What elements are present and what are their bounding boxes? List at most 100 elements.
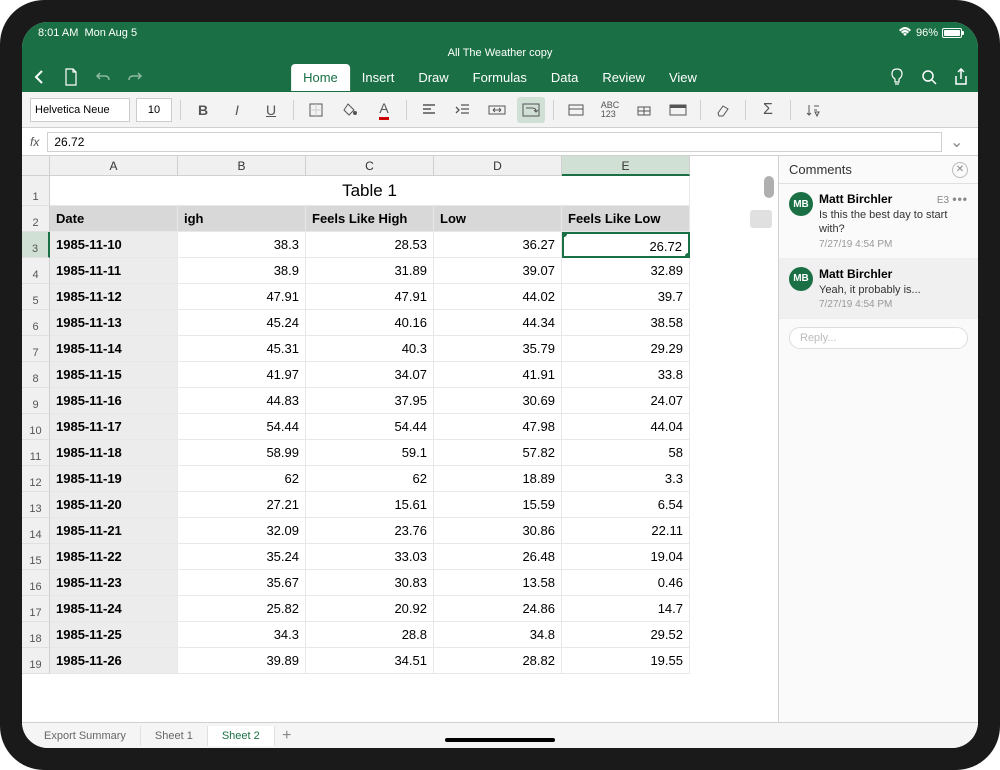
cell[interactable]: 37.95 — [306, 388, 434, 414]
cell[interactable]: 39.7 — [562, 284, 690, 310]
cell[interactable]: 1985-11-13 — [50, 310, 178, 336]
cell[interactable]: 34.3 — [178, 622, 306, 648]
row-header-6[interactable]: 6 — [22, 310, 50, 336]
cell[interactable]: 35.24 — [178, 544, 306, 570]
sheet-tab[interactable]: Export Summary — [30, 726, 141, 746]
cell[interactable]: 13.58 — [434, 570, 562, 596]
indent-button[interactable] — [449, 97, 477, 123]
cell[interactable]: 47.91 — [306, 284, 434, 310]
row-header-9[interactable]: 9 — [22, 388, 50, 414]
cell[interactable]: 15.59 — [434, 492, 562, 518]
cell[interactable]: 14.7 — [562, 596, 690, 622]
home-indicator[interactable] — [445, 738, 555, 742]
number-format-button[interactable]: ABC123 — [596, 97, 624, 123]
formula-expand-button[interactable]: ⌄ — [950, 132, 970, 152]
formula-input[interactable] — [47, 132, 942, 152]
cell[interactable]: 1985-11-16 — [50, 388, 178, 414]
cell[interactable]: 1985-11-26 — [50, 648, 178, 674]
cell[interactable]: 0.46 — [562, 570, 690, 596]
cell[interactable]: 62 — [306, 466, 434, 492]
cell[interactable]: 3.3 — [562, 466, 690, 492]
cell[interactable]: 33.8 — [562, 362, 690, 388]
cell[interactable]: 1985-11-21 — [50, 518, 178, 544]
borders-button[interactable] — [302, 97, 330, 123]
column-header-cell[interactable]: igh — [178, 206, 306, 232]
row-header-1[interactable]: 1 — [22, 176, 50, 206]
cell[interactable]: 1985-11-19 — [50, 466, 178, 492]
fill-color-button[interactable] — [336, 97, 364, 123]
cell[interactable]: 62 — [178, 466, 306, 492]
column-header-cell[interactable]: Feels Like High — [306, 206, 434, 232]
sort-filter-button[interactable] — [799, 97, 827, 123]
cell[interactable]: 34.51 — [306, 648, 434, 674]
row-header-15[interactable]: 15 — [22, 544, 50, 570]
cell[interactable]: 1985-11-17 — [50, 414, 178, 440]
ribbon-tab-review[interactable]: Review — [590, 64, 657, 91]
insert-cells-button[interactable] — [630, 97, 658, 123]
cell[interactable]: 26.72 — [562, 232, 690, 258]
share-icon[interactable] — [950, 66, 972, 88]
cell[interactable]: 1985-11-24 — [50, 596, 178, 622]
cell[interactable]: 38.9 — [178, 258, 306, 284]
cell[interactable]: 19.55 — [562, 648, 690, 674]
cell[interactable]: 58 — [562, 440, 690, 466]
cell[interactable]: 1985-11-10 — [50, 232, 178, 258]
cell[interactable]: 1985-11-25 — [50, 622, 178, 648]
row-header-7[interactable]: 7 — [22, 336, 50, 362]
table-format-button[interactable] — [664, 97, 692, 123]
cell[interactable]: 1985-11-23 — [50, 570, 178, 596]
cell[interactable]: 57.82 — [434, 440, 562, 466]
clear-button[interactable] — [709, 97, 737, 123]
row-header-4[interactable]: 4 — [22, 258, 50, 284]
row-header-5[interactable]: 5 — [22, 284, 50, 310]
italic-button[interactable]: I — [223, 97, 251, 123]
wrap-text-button[interactable] — [517, 97, 545, 123]
cell[interactable]: 1985-11-11 — [50, 258, 178, 284]
autosum-button[interactable]: Σ — [754, 97, 782, 123]
cell[interactable]: 1985-11-18 — [50, 440, 178, 466]
column-header-cell[interactable]: Feels Like Low — [562, 206, 690, 232]
cell[interactable]: 30.69 — [434, 388, 562, 414]
row-header-13[interactable]: 13 — [22, 492, 50, 518]
cell[interactable]: 35.79 — [434, 336, 562, 362]
comment-bubble-icon[interactable] — [750, 210, 772, 228]
cell[interactable]: 36.27 — [434, 232, 562, 258]
cell[interactable]: 41.97 — [178, 362, 306, 388]
col-header-A[interactable]: A — [50, 156, 178, 176]
font-color-button[interactable]: A — [370, 97, 398, 123]
cell[interactable]: 1985-11-22 — [50, 544, 178, 570]
ribbon-tab-data[interactable]: Data — [539, 64, 590, 91]
cell-style-button[interactable] — [562, 97, 590, 123]
cell[interactable]: 40.16 — [306, 310, 434, 336]
close-comments-button[interactable]: ✕ — [952, 162, 968, 178]
column-header-cell[interactable]: Low — [434, 206, 562, 232]
cell[interactable]: 39.89 — [178, 648, 306, 674]
col-header-C[interactable]: C — [306, 156, 434, 176]
row-header-19[interactable]: 19 — [22, 648, 50, 674]
font-size-input[interactable] — [136, 98, 172, 122]
cell[interactable]: 22.11 — [562, 518, 690, 544]
cell[interactable]: 47.98 — [434, 414, 562, 440]
cell[interactable]: 32.89 — [562, 258, 690, 284]
cell[interactable]: 19.04 — [562, 544, 690, 570]
lightbulb-icon[interactable] — [886, 66, 908, 88]
merge-button[interactable] — [483, 97, 511, 123]
back-button[interactable] — [28, 66, 50, 88]
bold-button[interactable]: B — [189, 97, 217, 123]
row-header-18[interactable]: 18 — [22, 622, 50, 648]
row-header-16[interactable]: 16 — [22, 570, 50, 596]
cell[interactable]: 54.44 — [178, 414, 306, 440]
cell[interactable]: 25.82 — [178, 596, 306, 622]
underline-button[interactable]: U — [257, 97, 285, 123]
row-header-8[interactable]: 8 — [22, 362, 50, 388]
cell[interactable]: 6.54 — [562, 492, 690, 518]
row-header-2[interactable]: 2 — [22, 206, 50, 232]
row-header-11[interactable]: 11 — [22, 440, 50, 466]
cell[interactable]: 45.24 — [178, 310, 306, 336]
ribbon-tab-formulas[interactable]: Formulas — [461, 64, 539, 91]
row-header-17[interactable]: 17 — [22, 596, 50, 622]
cell[interactable]: 44.04 — [562, 414, 690, 440]
cell[interactable]: 47.91 — [178, 284, 306, 310]
comment-card[interactable]: MB Matt Birchler Yeah, it probably is...… — [779, 259, 978, 319]
cell[interactable]: 24.86 — [434, 596, 562, 622]
